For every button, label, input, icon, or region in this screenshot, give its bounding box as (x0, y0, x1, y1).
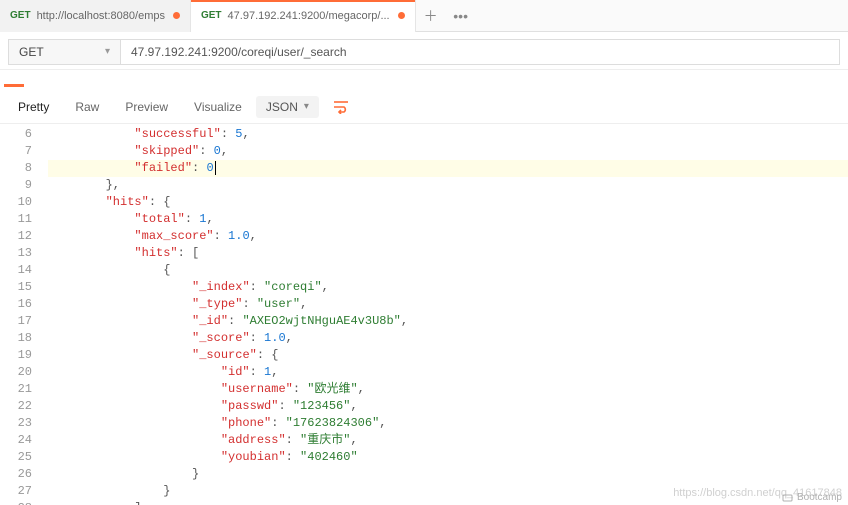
code-line: "_type": "user", (48, 296, 848, 313)
line-number: 14 (0, 262, 32, 279)
code-line: } (48, 483, 848, 500)
request-tabs: GET http://localhost:8080/emps GET 47.97.19… (0, 0, 848, 32)
view-tab-raw[interactable]: Raw (63, 94, 111, 120)
code-line: "hits": { (48, 194, 848, 211)
footer-bootcamp: Bootcamp (782, 492, 842, 503)
code-line: "_index": "coreqi", (48, 279, 848, 296)
http-method-select[interactable]: GET ▾ (8, 39, 120, 65)
tab-overflow-button[interactable]: ••• (446, 0, 476, 32)
line-number: 26 (0, 466, 32, 483)
line-number: 9 (0, 177, 32, 194)
code-line: "_score": 1.0, (48, 330, 848, 347)
line-number: 27 (0, 483, 32, 500)
view-tab-preview[interactable]: Preview (113, 94, 180, 120)
wrap-lines-button[interactable] (327, 95, 355, 119)
response-view-tabs: PrettyRawPreviewVisualize JSON ▾ (0, 90, 848, 124)
code-line: "address": "重庆市", (48, 432, 848, 449)
view-tab-pretty[interactable]: Pretty (6, 94, 61, 120)
http-method-value: GET (19, 45, 44, 59)
unsaved-dot-icon (173, 12, 180, 19)
wrap-icon (333, 100, 349, 114)
code-line: } (48, 466, 848, 483)
code-line: "_id": "AXEO2wjtNHguAE4v3U8b", (48, 313, 848, 330)
code-line: "total": 1, (48, 211, 848, 228)
line-number: 18 (0, 330, 32, 347)
line-number: 13 (0, 245, 32, 262)
code-line: "max_score": 1.0, (48, 228, 848, 245)
line-number: 20 (0, 364, 32, 381)
code-pane[interactable]: "successful": 5, "skipped": 0, "failed":… (42, 124, 848, 505)
view-tab-visualize[interactable]: Visualize (182, 94, 254, 120)
code-line: "phone": "17623824306", (48, 415, 848, 432)
line-number: 12 (0, 228, 32, 245)
chevron-down-icon: ▾ (105, 46, 110, 57)
tab-label: http://localhost:8080/emps (37, 10, 165, 22)
line-number: 23 (0, 415, 32, 432)
line-number: 17 (0, 313, 32, 330)
code-line: "skipped": 0, (48, 143, 848, 160)
request-url-input[interactable] (120, 39, 840, 65)
tab-method: GET (201, 10, 222, 21)
new-tab-button[interactable]: ＋ (416, 0, 446, 32)
line-number: 7 (0, 143, 32, 160)
request-tab[interactable]: GET 47.97.192.241:9200/megacorp/... (191, 0, 416, 32)
request-tab[interactable]: GET http://localhost:8080/emps (0, 0, 191, 32)
line-number: 16 (0, 296, 32, 313)
code-line: "failed": 0 (48, 160, 848, 177)
line-number: 25 (0, 449, 32, 466)
line-number: 6 (0, 126, 32, 143)
line-number: 11 (0, 211, 32, 228)
line-gutter: 6789101112131415161718192021222324252627… (0, 124, 42, 505)
code-line: }, (48, 177, 848, 194)
format-dropdown[interactable]: JSON ▾ (256, 96, 319, 118)
format-value: JSON (266, 100, 298, 114)
tab-method: GET (10, 10, 31, 21)
request-row: GET ▾ (0, 34, 848, 70)
code-line: "hits": [ (48, 245, 848, 262)
active-indicator (0, 70, 848, 90)
line-number: 21 (0, 381, 32, 398)
code-line: "id": 1, (48, 364, 848, 381)
line-number: 24 (0, 432, 32, 449)
code-line: "successful": 5, (48, 126, 848, 143)
code-line: "youbian": "402460" (48, 449, 848, 466)
line-number: 22 (0, 398, 32, 415)
code-line: { (48, 262, 848, 279)
response-body[interactable]: 6789101112131415161718192021222324252627… (0, 124, 848, 505)
tab-label: 47.97.192.241:9200/megacorp/... (228, 10, 390, 22)
chevron-down-icon: ▾ (304, 101, 309, 112)
line-number: 10 (0, 194, 32, 211)
line-number: 8 (0, 160, 32, 177)
line-number: 15 (0, 279, 32, 296)
code-line: "_source": { (48, 347, 848, 364)
bootcamp-icon (782, 492, 793, 503)
code-line: "passwd": "123456", (48, 398, 848, 415)
line-number: 19 (0, 347, 32, 364)
unsaved-dot-icon (398, 12, 405, 19)
code-line: "username": "欧光维", (48, 381, 848, 398)
